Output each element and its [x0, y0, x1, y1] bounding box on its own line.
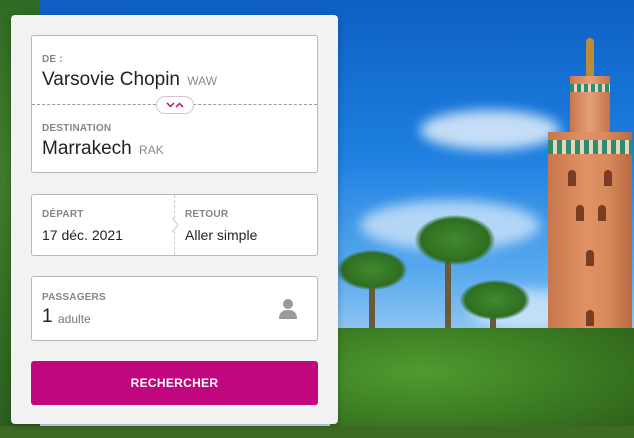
departure-value: 17 déc. 2021	[42, 227, 123, 243]
foliage	[330, 328, 634, 438]
destination-code: RAK	[139, 143, 164, 157]
search-button[interactable]: RECHERCHER	[31, 361, 318, 405]
ground	[0, 426, 634, 438]
return-date-field[interactable]: RETOUR Aller simple	[175, 195, 319, 255]
departure-label: DÉPART	[42, 209, 84, 220]
destination-label: DESTINATION	[42, 123, 112, 134]
destination-city: Marrakech	[42, 138, 132, 159]
passengers-field[interactable]: PASSAGERS 1 adulte	[31, 276, 318, 341]
passenger-count: 1	[42, 306, 53, 327]
destination-value: Marrakech RAK	[42, 138, 164, 160]
origin-code: WAW	[187, 74, 218, 88]
flight-search-card: DE : Varsovie Chopin WAW DESTINATION Mar…	[11, 15, 338, 424]
cloud	[420, 110, 560, 150]
departure-date-field[interactable]: DÉPART 17 déc. 2021	[32, 195, 174, 255]
origin-field[interactable]: DE : Varsovie Chopin WAW	[32, 36, 317, 104]
dates-field-group: DÉPART 17 déc. 2021 RETOUR Aller simple	[31, 194, 318, 256]
passenger-type: adulte	[58, 312, 91, 326]
passengers-label: PASSAGERS	[42, 292, 106, 303]
return-label: RETOUR	[185, 209, 229, 220]
person-icon	[279, 299, 297, 319]
route-field-group: DE : Varsovie Chopin WAW DESTINATION Mar…	[31, 35, 318, 173]
origin-label: DE :	[42, 54, 63, 65]
destination-field[interactable]: DESTINATION Marrakech RAK	[32, 105, 317, 174]
return-value: Aller simple	[185, 227, 258, 243]
origin-value: Varsovie Chopin WAW	[42, 69, 217, 91]
origin-city: Varsovie Chopin	[42, 69, 181, 90]
